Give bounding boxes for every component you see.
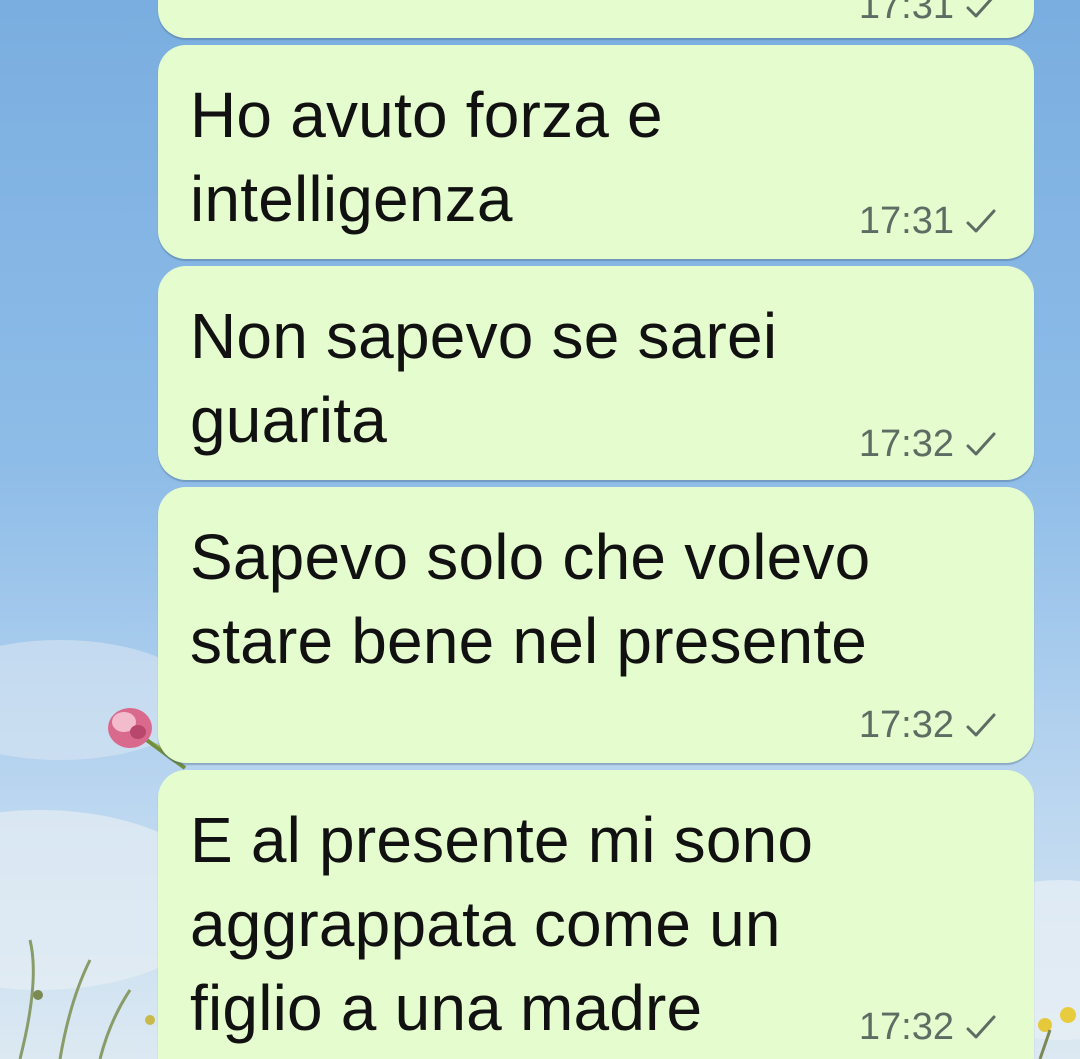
message-time: 17:32 (858, 704, 954, 746)
message-bubble[interactable]: Sapevo solo che volevo stare bene nel pr… (158, 487, 1034, 763)
message-meta: 17:31 (859, 200, 998, 243)
message-meta: 17:32 (859, 1006, 998, 1049)
message-bubble[interactable]: Non sapevo se sarei guarita 17:32 (158, 266, 1034, 480)
chat-message-list[interactable]: 17:31 Ho avuto forza e intelligenza 17:3… (0, 0, 1080, 1059)
message-time: 17:31 (858, 200, 954, 242)
message-meta: 17:32 (859, 704, 998, 747)
single-check-icon (966, 1015, 996, 1038)
message-meta: 17:32 (859, 423, 998, 466)
message-bubble[interactable]: E al presente mi sono aggrappata come un… (158, 770, 1034, 1059)
message-bubble-partial[interactable]: 17:31 (158, 0, 1034, 38)
message-bubble[interactable]: Ho avuto forza e intelligenza 17:31 (158, 45, 1034, 259)
single-check-icon (966, 0, 992, 17)
message-time: 17:31 (858, 0, 954, 27)
message-meta: 17:31 (859, 0, 998, 28)
message-time: 17:32 (858, 1006, 954, 1048)
message-time: 17:32 (858, 423, 954, 465)
single-check-icon (966, 432, 996, 455)
single-check-icon (966, 209, 996, 232)
single-check-icon (966, 713, 996, 736)
message-text: Sapevo solo che volevo stare bene nel pr… (190, 521, 871, 677)
